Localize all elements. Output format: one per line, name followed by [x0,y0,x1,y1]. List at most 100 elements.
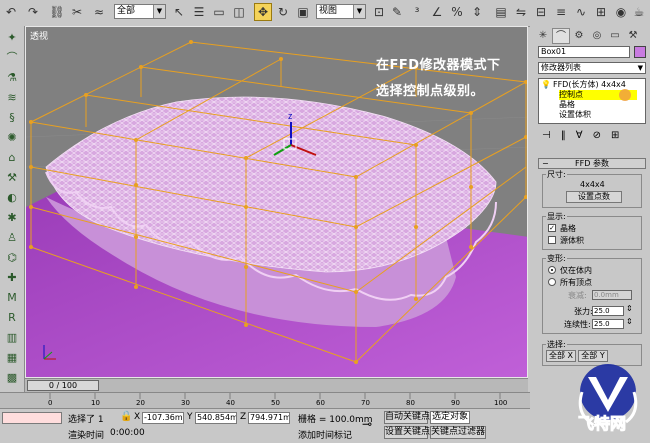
window-crossing-icon[interactable]: ◫ [230,3,248,21]
all-vertices-radio[interactable] [548,278,556,286]
mirror-icon[interactable]: ⇋ [512,3,530,21]
scale-icon[interactable]: ▣ [294,3,312,21]
helper-tool-icon[interactable]: ⚒ [3,168,21,186]
configure-sets-icon[interactable]: ⊞ [611,130,619,144]
tension-spinner-icon[interactable]: ⇕ [626,304,633,313]
create-tool-icon[interactable]: ✦ [3,28,21,46]
x-coord-field[interactable]: -107.36mm [142,412,184,424]
angle-snap-icon[interactable]: ∠ [428,3,446,21]
track-tick-label: 20 [136,399,145,407]
select-manipulate-icon[interactable]: ✎ [388,3,406,21]
show-end-result-icon[interactable]: ‖ [561,130,566,144]
key-filters-button[interactable]: 关键点过滤器 [430,426,486,439]
logo-text: 飞特网 [577,414,627,434]
object-color-swatch[interactable] [634,46,646,58]
continuity-spinner-icon[interactable]: ⇕ [626,317,633,326]
key-icon[interactable]: ⊸ [362,417,372,431]
lightbulb-icon[interactable]: ✺ [3,128,21,146]
lattice-checkbox[interactable]: ✓ [548,224,556,232]
chevron-down-icon: ▼ [637,64,643,72]
add-time-tag[interactable]: 添加时间标记 [298,428,352,441]
tension-label: 张力: [574,307,593,316]
selected-object-dropdown[interactable]: 选定对象 [430,411,470,424]
render-tool-icon[interactable]: ▦ [3,348,21,366]
auto-key-button[interactable]: 自动关键点 [384,411,430,424]
only-in-volume-radio[interactable] [548,266,556,274]
modifier-stack[interactable]: 💡 FFD(长方体) 4x4x4 控制点 晶格 设置体积 [538,78,646,124]
material-editor-icon[interactable]: ◉ [612,3,630,21]
hierarchy-tab-icon[interactable]: ⚙ [570,28,588,44]
bone-tool-icon[interactable]: ✚ [3,268,21,286]
tutorial-note-line2: 选择控制点级别。 [376,84,485,99]
spinner-snap-icon[interactable]: ⇕ [468,3,486,21]
flex-tool-icon[interactable]: ⌬ [3,248,21,266]
lock-icon[interactable]: 🔒 [120,411,132,422]
ffd-params-rollout-header[interactable]: − FFD 参数 [538,158,646,169]
redo-icon[interactable]: ↷ [24,3,42,21]
utility-tool-icon[interactable]: ▥ [3,328,21,346]
modify-tool-icon[interactable]: ⌒ [3,48,21,66]
y-coord-field[interactable]: 540.854mm [195,412,237,424]
render-time-label: 渲染时间 [68,431,105,441]
rect-selection-icon[interactable]: ▭ [210,3,228,21]
remove-modifier-icon[interactable]: ⊘ [593,130,601,144]
utilities-tab-icon[interactable]: ⚒ [624,28,642,44]
viewport-label[interactable]: 透视 [30,29,48,42]
object-name-field[interactable]: Box01 [538,46,630,58]
named-selection-icon[interactable]: ▤ [492,3,510,21]
watermark-logo: 飞特网 [568,352,650,440]
select-link-icon[interactable]: ⛓ [48,3,66,21]
layer-manager-icon[interactable]: ≡ [552,3,570,21]
twist-tool-icon[interactable]: § [3,108,21,126]
falloff-field[interactable]: 0.0mm [592,290,632,300]
bind-spacewarp-icon[interactable]: ≈ [90,3,108,21]
stack-item-set-volume[interactable]: 设置体积 [559,110,591,120]
wave-tool-icon[interactable]: ≋ [3,88,21,106]
hierarchy-tool-icon[interactable]: ⚗ [3,68,21,86]
source-volume-checkbox[interactable] [548,236,556,244]
continuity-field[interactable]: 25.0 [592,319,624,329]
particles-tool-icon[interactable]: ✱ [3,208,21,226]
create-tab-icon[interactable]: ✳ [534,28,552,44]
modify-tab-icon[interactable]: ⌒ [552,28,570,44]
time-slider[interactable]: 0 / 100 [27,380,99,391]
make-unique-icon[interactable]: ∀ [576,130,583,144]
select-by-name-icon[interactable]: ☰ [190,3,208,21]
move-icon[interactable]: ✥ [254,3,272,21]
tension-field[interactable]: 25.0 [592,306,624,316]
undo-icon[interactable]: ↶ [2,3,20,21]
mr-tool-icon[interactable]: M [3,288,21,306]
set-points-button[interactable]: 设置点数 [566,191,622,203]
stack-item-ffd[interactable]: 💡 FFD(长方体) 4x4x4 [541,80,626,90]
perspective-viewport[interactable]: z 透视 在FFD修改器模式下 选择控制点级别。 [25,26,528,378]
maxscript-listener[interactable] [2,412,62,424]
motion-tab-icon[interactable]: ◎ [588,28,606,44]
selection-filter-dropdown[interactable]: 全部 ▼ [114,4,166,19]
spacewarp-tool-icon[interactable]: ◐ [3,188,21,206]
reference-coord-dropdown[interactable]: 视图 ▼ [316,4,366,19]
camera-tool-icon[interactable]: ⌂ [3,148,21,166]
display-tool-icon[interactable]: ▩ [3,368,21,386]
unlink-icon[interactable]: ✂ [68,3,86,21]
percent-snap-icon[interactable]: % [448,3,466,21]
track-bar[interactable]: 0 10 20 30 40 50 60 70 80 90 100 [0,392,560,409]
rotate-icon[interactable]: ↻ [274,3,292,21]
modifier-list-dropdown[interactable]: 修改器列表 ▼ [538,62,646,74]
stack-item-lattice[interactable]: 晶格 [559,100,575,110]
display-tab-icon[interactable]: ▭ [606,28,624,44]
reactor-tool-icon[interactable]: R [3,308,21,326]
lightbulb-icon[interactable]: 💡 [541,80,551,89]
snap-toggle-icon[interactable]: ³ [408,3,426,21]
render-scene-icon[interactable]: ☕ [630,3,648,21]
cursor-highlight-icon [619,89,631,101]
curve-editor-icon[interactable]: ∿ [572,3,590,21]
z-coord-field[interactable]: 794.971mm [248,412,290,424]
schematic-view-icon[interactable]: ⊞ [592,3,610,21]
pivot-center-icon[interactable]: ⊡ [370,3,388,21]
align-icon[interactable]: ⊟ [532,3,550,21]
set-key-button[interactable]: 设置关键点 [384,426,430,439]
time-slider-track[interactable]: 0 / 100 [25,378,528,393]
pin-stack-icon[interactable]: ⊣ [542,130,551,144]
biped-tool-icon[interactable]: ♙ [3,228,21,246]
select-object-icon[interactable]: ↖ [170,3,188,21]
